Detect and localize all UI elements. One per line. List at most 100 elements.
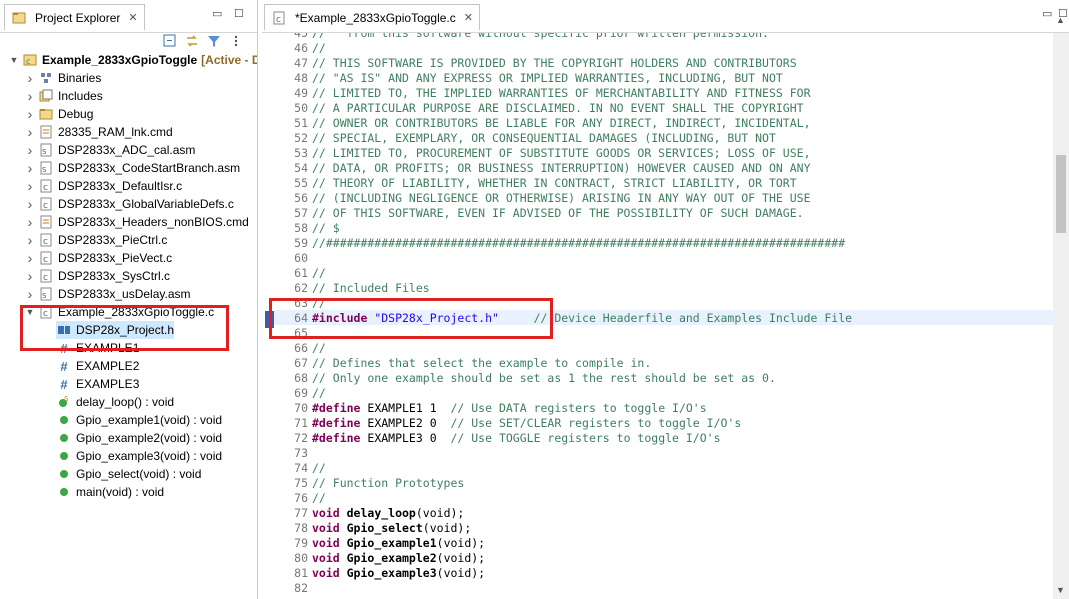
line-number: 77 [294, 505, 308, 520]
code-keyword: void [312, 520, 347, 535]
scrollbar-thumb[interactable] [1056, 155, 1066, 233]
line-number: 52 [294, 130, 308, 145]
tree-item-label: EXAMPLE3 [76, 377, 140, 391]
collapsed-arrow-icon[interactable]: › [24, 160, 36, 176]
scroll-up-icon[interactable]: ▲ [1056, 15, 1065, 25]
link-with-editor-icon[interactable] [184, 33, 200, 49]
tree-item-label: Binaries [58, 71, 102, 85]
line-number: 69 [294, 385, 308, 400]
svg-text:S: S [42, 148, 47, 156]
tree-item[interactable]: › 28335_RAM_lnk.cmd [24, 123, 173, 141]
tree-item[interactable]: › c DSP2833x_SysCtrl.c [24, 267, 170, 285]
code-line: 50// A PARTICULAR PURPOSE ARE DISCLAIMED… [274, 100, 1064, 115]
svg-text:c: c [43, 237, 48, 247]
tree-item-label: DSP2833x_CodeStartBranch.asm [58, 161, 241, 175]
collapsed-arrow-icon[interactable]: › [24, 286, 36, 302]
collapsed-arrow-icon[interactable]: › [24, 124, 36, 140]
code-comment: // [312, 385, 326, 400]
scroll-down-icon[interactable]: ▼ [1056, 585, 1065, 595]
line-number: 80 [294, 550, 308, 565]
code-line: 57// OF THIS SOFTWARE, EVEN IF ADVISED O… [274, 205, 1064, 220]
project-explorer-header: Project Explorer ✕ ▭ ☐ [0, 0, 257, 33]
code-text: (void); [436, 550, 486, 565]
tree-item[interactable]: Gpio_example3(void) : void [56, 447, 222, 465]
code-comment: // OWNER OR CONTRIBUTORS BE LIABLE FOR A… [312, 115, 811, 130]
tree-item[interactable]: # EXAMPLE3 [56, 375, 139, 393]
collapse-all-icon[interactable] [162, 33, 178, 49]
collapsed-arrow-icon[interactable]: › [24, 250, 36, 266]
minimize-icon[interactable]: ▭ [1042, 7, 1052, 20]
minimize-icon[interactable]: ▭ [212, 7, 222, 20]
tree-item-label: Gpio_example3(void) : void [76, 449, 223, 463]
close-icon[interactable]: ✕ [464, 11, 473, 24]
expanded-arrow-icon[interactable]: ▼ [8, 55, 20, 65]
maximize-icon[interactable]: ☐ [234, 7, 244, 20]
collapsed-arrow-icon[interactable]: › [24, 214, 36, 230]
code-content: // "AS IS" AND ANY EXPRESS OR IMPLIED WA… [310, 71, 783, 85]
define-icon: # [60, 358, 68, 374]
line-number: 68 [294, 370, 308, 385]
tree-item[interactable]: Sdelay_loop() : void [56, 393, 174, 411]
filter-icon[interactable] [206, 33, 222, 49]
code-line: 46 // [274, 40, 1064, 55]
code-identifier: Gpio_example2 [346, 550, 437, 565]
line-number: 47 [294, 55, 308, 70]
tree-item[interactable]: ▼ c Example_2833xGpioToggle [Active - D [8, 51, 257, 69]
define-icon: # [60, 376, 68, 392]
project-icon: c [22, 52, 38, 68]
code-line: 45// from this software without specific… [274, 33, 1064, 40]
code-content: // (INCLUDING NEGLIGENCE OR OTHERWISE) A… [310, 191, 811, 205]
collapsed-arrow-icon[interactable]: › [24, 268, 36, 284]
collapsed-arrow-icon[interactable]: › [24, 70, 36, 86]
editor-tab-title: *Example_2833xGpioToggle.c [295, 10, 456, 25]
code-text: EXAMPLE1 1 [367, 400, 451, 415]
svg-text:c: c [43, 255, 48, 265]
code-keyword: void [312, 505, 347, 520]
tree-item[interactable]: › S DSP2833x_ADC_cal.asm [24, 141, 196, 159]
code-content: // Included Files [310, 281, 430, 295]
tree-item[interactable]: # EXAMPLE2 [56, 357, 139, 375]
collapsed-arrow-icon[interactable]: › [24, 142, 36, 158]
tree-item[interactable]: › c DSP2833x_PieVect.c [24, 249, 172, 267]
tree-item[interactable]: › Binaries [24, 69, 102, 87]
tree-item[interactable]: Gpio_example1(void) : void [56, 411, 222, 429]
project-explorer-tab[interactable]: Project Explorer ✕ [4, 4, 145, 30]
editor-tab[interactable]: c *Example_2833xGpioToggle.c ✕ [264, 4, 480, 30]
collapsed-arrow-icon[interactable]: › [24, 232, 36, 248]
highlight-box-include [269, 298, 553, 339]
tree-item[interactable]: › S DSP2833x_usDelay.asm [24, 285, 191, 303]
code-identifier: delay_loop [346, 505, 416, 520]
tree-item[interactable]: › c DSP2833x_PieCtrl.c [24, 231, 168, 249]
tree-item[interactable]: main(void) : void [56, 483, 164, 501]
code-comment: // Only one example should be set as 1 t… [312, 370, 776, 385]
tree-item[interactable]: › c DSP2833x_GlobalVariableDefs.c [24, 195, 234, 213]
tree-item-label: DSP2833x_ADC_cal.asm [58, 143, 196, 157]
code-line: 70 #define EXAMPLE1 1 // Use DATA registe… [274, 400, 1064, 415]
editor-scrollbar[interactable]: ▲ ▼ [1053, 15, 1069, 599]
code-text: EXAMPLE3 0 [367, 430, 451, 445]
view-menu-icon[interactable] [228, 33, 244, 49]
collapsed-arrow-icon[interactable]: › [24, 106, 36, 122]
tree-item[interactable]: Gpio_select(void) : void [56, 465, 201, 483]
code-line: 75// Function Prototypes [274, 475, 1064, 490]
close-icon[interactable]: ✕ [128, 11, 137, 24]
tree-item[interactable]: › Debug [24, 105, 94, 123]
tree-item[interactable]: › c DSP2833x_DefaultIsr.c [24, 177, 182, 195]
tree-item[interactable]: Gpio_example2(void) : void [56, 429, 222, 447]
collapsed-arrow-icon[interactable]: › [24, 196, 36, 212]
tree-item[interactable]: › Includes [24, 87, 103, 105]
collapsed-arrow-icon[interactable]: › [24, 88, 36, 104]
line-number: 82 [294, 580, 308, 595]
svg-text:c: c [26, 57, 30, 66]
line-number: 58 [294, 220, 308, 235]
code-content: // [310, 461, 326, 475]
tree-item-label: DSP2833x_Headers_nonBIOS.cmd [58, 215, 249, 229]
code-content: void Gpio_example1(void); [310, 536, 485, 550]
line-number: 72 [294, 430, 308, 445]
code-keyword: void [312, 535, 347, 550]
tree-item[interactable]: › DSP2833x_Headers_nonBIOS.cmd [24, 213, 249, 231]
tree-item[interactable]: › S DSP2833x_CodeStartBranch.asm [24, 159, 240, 177]
asm-file-icon: S [38, 286, 54, 302]
collapsed-arrow-icon[interactable]: › [24, 178, 36, 194]
tree-item-label: DSP2833x_PieCtrl.c [58, 233, 168, 247]
